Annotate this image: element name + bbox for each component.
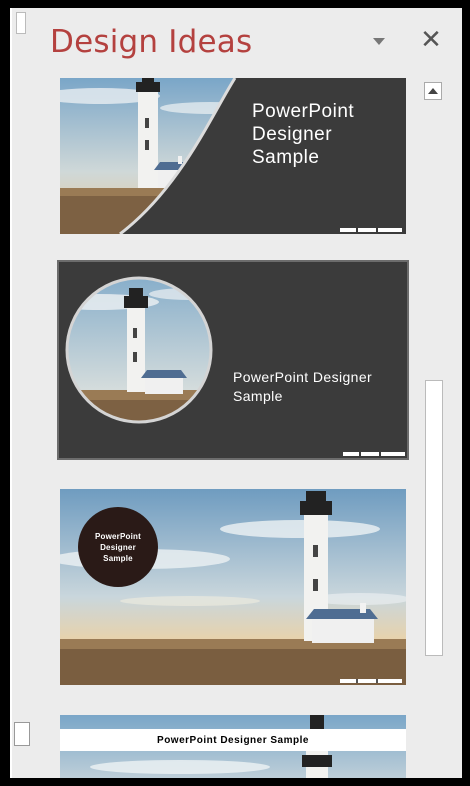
design-idea-title: PowerPoint Designer Sample <box>233 368 403 406</box>
scroll-up-button[interactable] <box>424 82 442 100</box>
slide-thumbnail-strip <box>10 8 32 778</box>
close-button[interactable]: ✕ <box>418 26 444 54</box>
design-idea-title: PowerPoint Designer Sample <box>252 100 382 169</box>
design-idea-title: PowerPoint Designer Sample <box>157 734 309 746</box>
title-line: Designer <box>252 124 333 145</box>
design-idea-title: PowerPoint Designer Sample <box>78 507 158 587</box>
strip-scroll-handle[interactable] <box>14 722 30 746</box>
design-ideas-pane: Design Ideas ✕ PowerPoint Designer Sampl… <box>32 8 462 778</box>
strip-handle[interactable] <box>16 12 26 34</box>
title-line: Sample <box>233 388 283 404</box>
pane-title: Design Ideas <box>50 24 253 60</box>
close-icon: ✕ <box>420 25 442 55</box>
design-idea-2[interactable]: PowerPoint Designer Sample <box>57 260 409 460</box>
vertical-scrollbar[interactable] <box>420 80 444 778</box>
title-line: PowerPoint <box>252 101 355 122</box>
design-idea-title-bar: PowerPoint Designer Sample <box>60 729 406 751</box>
window-frame: Design Ideas ✕ PowerPoint Designer Sampl… <box>0 0 470 786</box>
title-line: Sample <box>252 147 320 168</box>
arrow-up-icon <box>428 88 438 94</box>
design-idea-4[interactable]: PowerPoint Designer Sample <box>60 715 406 778</box>
design-idea-1[interactable]: PowerPoint Designer Sample <box>60 78 406 234</box>
scroll-thumb[interactable] <box>425 380 443 656</box>
chevron-down-icon <box>373 37 385 45</box>
title-line: PowerPoint Designer <box>233 369 373 385</box>
title-line: PowerPoint <box>94 531 141 541</box>
title-line: Sample <box>103 553 133 563</box>
task-pane-options-button[interactable] <box>366 30 392 52</box>
title-line: Designer <box>100 542 136 552</box>
design-idea-3[interactable]: PowerPoint Designer Sample <box>60 489 406 685</box>
lighthouse-image <box>59 262 407 458</box>
